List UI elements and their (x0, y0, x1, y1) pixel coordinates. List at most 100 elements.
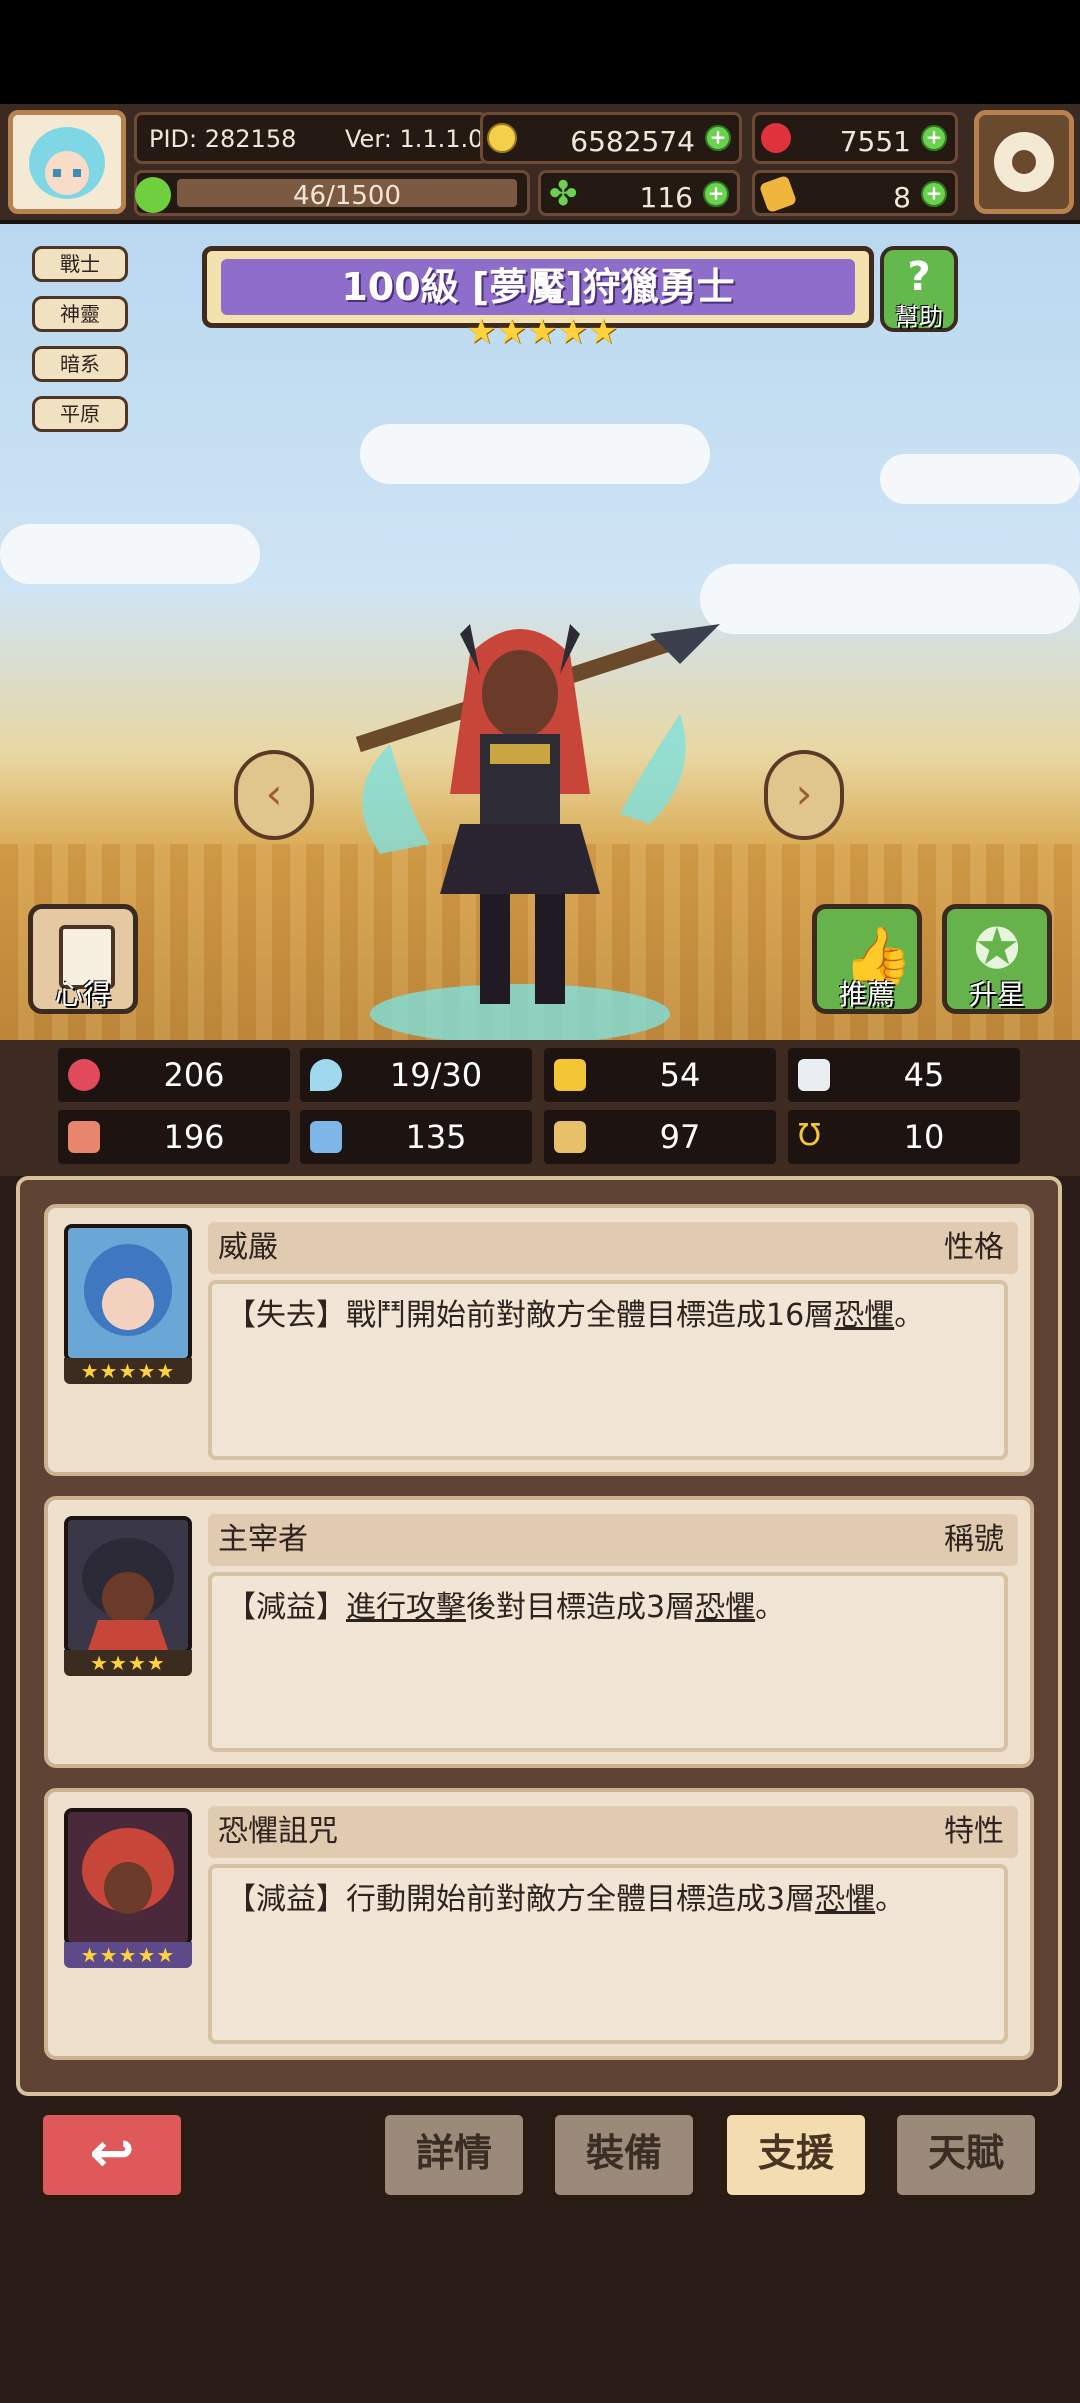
support-description: 【減益】行動開始前對敵方全體目標造成3層恐懼。 (208, 1864, 1008, 2044)
support-card-header: 恐懼詛咒 特性 (208, 1806, 1018, 1858)
recommend-label: 推薦 (838, 978, 895, 1011)
support-card[interactable]: ★★★★★ 恐懼詛咒 特性 【減益】行動開始前對敵方全體目標造成3層恐懼。 (44, 1788, 1034, 2060)
support-name: 主宰者 (218, 1522, 308, 1557)
stat-hp: 206 (58, 1048, 290, 1102)
description-text: 後對目標造成3層 (466, 1590, 696, 1625)
stat-value: 45 (903, 1056, 945, 1094)
support-card-header: 主宰者 稱號 (208, 1514, 1018, 1566)
gear-icon (994, 132, 1054, 192)
gem-value: 7551 (839, 125, 911, 158)
stat-value: 135 (405, 1118, 467, 1156)
support-description: 【失去】戰鬥開始前對敵方全體目標造成16層恐懼。 (208, 1280, 1008, 1460)
tag-terrain: 平原 (32, 396, 128, 432)
pid-text: PID: 282158 (149, 125, 297, 153)
gem-counter: 7551 + (752, 112, 958, 164)
stamina-icon (135, 177, 171, 213)
support-card[interactable]: ★★★★ 主宰者 稱號 【減益】進行攻擊後對目標造成3層恐懼。 (44, 1496, 1034, 1768)
version-text: Ver: 1.1.1.0 (345, 125, 484, 153)
gold-value: 6582574 (570, 125, 695, 158)
cloud (0, 524, 260, 584)
tab-details[interactable]: 詳情 (380, 2110, 528, 2200)
add-tickets-button[interactable]: + (921, 181, 947, 207)
support-type: 性格 (944, 1230, 1004, 1265)
insight-button[interactable]: 心得 (28, 904, 138, 1014)
stat-defense: 54 (544, 1048, 776, 1102)
support-portrait (64, 1808, 192, 1946)
ticket-icon (758, 174, 798, 214)
magnet-icon: Ʊ (798, 1118, 821, 1153)
stat-speed: 45 (788, 1048, 1020, 1102)
hero-title: 100級 [夢魘]狩獵勇士 (221, 259, 855, 315)
clover-icon: ✤ (549, 174, 578, 214)
stamina-bar: 46/1500 (134, 170, 530, 216)
stat-value: 97 (659, 1118, 701, 1156)
insight-label: 心得 (54, 978, 111, 1011)
tab-support[interactable]: 支援 (722, 2110, 870, 2200)
description-text: 【失去】戰鬥開始前對敵方全體目標造成16層 (226, 1298, 835, 1333)
fear-keyword-link[interactable]: 恐懼 (815, 1882, 875, 1917)
cloud (880, 454, 1080, 504)
star-up-button[interactable]: ✪ 升星 (942, 904, 1052, 1014)
stat-value: 19/30 (389, 1056, 483, 1094)
return-arrow-icon: ↩ (89, 2121, 135, 2184)
clover-value: 116 (639, 181, 693, 214)
settings-button[interactable] (974, 110, 1074, 214)
help-button[interactable]: ? 幫助 (880, 246, 958, 332)
stat-mana: 19/30 (300, 1048, 532, 1102)
previous-hero-button[interactable]: ‹ (234, 750, 314, 840)
support-card[interactable]: ★★★★★ 威嚴 性格 【失去】戰鬥開始前對敵方全體目標造成16層恐懼。 (44, 1204, 1034, 1476)
fist-icon (68, 1121, 100, 1153)
tab-talent[interactable]: 天賦 (892, 2110, 1040, 2200)
add-gems-button[interactable]: + (921, 125, 947, 151)
description-text: 【減益】 (226, 1590, 346, 1625)
tag-race: 神靈 (32, 296, 128, 332)
support-stars: ★★★★ (64, 1650, 192, 1676)
tag-element: 暗系 (32, 346, 128, 382)
support-portrait (64, 1224, 192, 1362)
support-portrait (64, 1516, 192, 1654)
add-clover-button[interactable]: + (703, 181, 729, 207)
player-avatar[interactable] (8, 110, 126, 214)
heart-icon (68, 1059, 100, 1091)
description-text: 。 (894, 1298, 925, 1333)
support-description: 【減益】進行攻擊後對目標造成3層恐懼。 (208, 1572, 1008, 1752)
support-stars: ★★★★★ (64, 1358, 192, 1384)
description-text: 。 (875, 1882, 906, 1917)
ruby-icon (761, 123, 791, 153)
attack-keyword-link[interactable]: 進行攻擊 (346, 1590, 466, 1625)
stamina-value: 46/1500 (292, 181, 401, 211)
add-gold-button[interactable]: + (705, 125, 731, 151)
next-hero-button[interactable]: › (764, 750, 844, 840)
stat-value: 54 (659, 1056, 701, 1094)
boot-icon (554, 1121, 586, 1153)
fear-keyword-link[interactable]: 恐懼 (695, 1590, 755, 1625)
feather-icon (798, 1059, 830, 1091)
help-label: 幫助 (895, 303, 943, 331)
gold-coin-icon (487, 123, 517, 153)
support-name: 恐懼詛咒 (218, 1814, 338, 1849)
support-stars: ★★★★★ (64, 1942, 192, 1968)
recommend-button[interactable]: 👍 推薦 (812, 904, 922, 1014)
description-text: 。 (755, 1590, 786, 1625)
hero-sprite (355, 624, 720, 1040)
hero-stars: ★★★★★ (466, 312, 619, 352)
ticket-value: 8 (893, 181, 911, 214)
stat-value: 196 (163, 1118, 225, 1156)
water-drop-icon (310, 1059, 342, 1091)
cloud (360, 424, 710, 484)
stat-value: 206 (163, 1056, 225, 1094)
ticket-counter: 8 + (752, 170, 958, 216)
tag-class: 戰士 (32, 246, 128, 282)
support-type: 稱號 (944, 1522, 1004, 1557)
fear-keyword-link[interactable]: 恐懼 (834, 1298, 894, 1333)
back-button[interactable]: ↩ (38, 2110, 186, 2200)
support-card-header: 威嚴 性格 (208, 1222, 1018, 1274)
support-type: 特性 (944, 1814, 1004, 1849)
tab-equipment[interactable]: 裝備 (550, 2110, 698, 2200)
player-info-box: PID: 282158 Ver: 1.1.1.0 (134, 112, 488, 164)
stat-luck: Ʊ 10 (788, 1110, 1020, 1164)
description-text: 【減益】行動開始前對敵方全體目標造成3層 (226, 1882, 816, 1917)
stat-agility: 97 (544, 1110, 776, 1164)
stat-value: 10 (903, 1118, 945, 1156)
support-name: 威嚴 (218, 1230, 278, 1265)
